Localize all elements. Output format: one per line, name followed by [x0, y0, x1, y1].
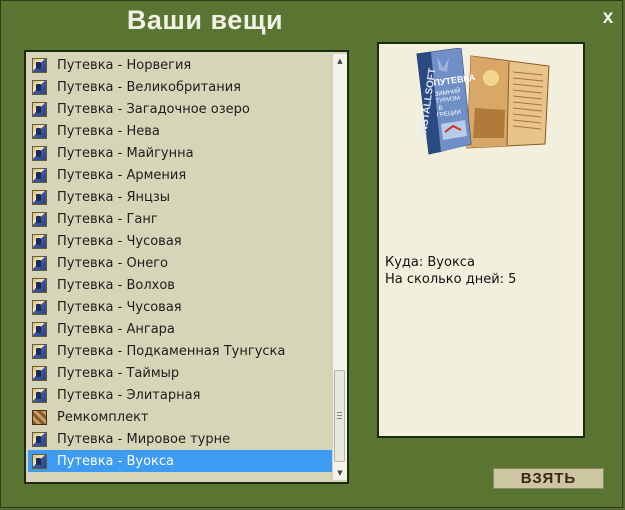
ticket-icon [32, 365, 47, 381]
list-item[interactable]: Путевка - Элитарная [28, 384, 332, 406]
list-item-label: Путевка - Волхов [57, 277, 175, 293]
inventory-window: Ваши вещи x Путевка - Норвегия Путевка - … [0, 0, 623, 508]
scroll-thumb[interactable] [334, 370, 345, 462]
ticket-icon [32, 189, 47, 205]
list-item[interactable]: Путевка - Великобритания [28, 76, 332, 98]
ticket-icon [32, 233, 47, 249]
list-item[interactable]: Путевка - Ангара [28, 318, 332, 340]
ticket-icon [32, 255, 47, 271]
list-item-label: Путевка - Элитарная [57, 387, 201, 403]
list-item-label: Путевка - Майгунна [57, 145, 194, 161]
list-item[interactable]: Путевка - Майгунна [28, 142, 332, 164]
ticket-icon [32, 101, 47, 117]
list-item-label: Путевка - Подкаменная Тунгуска [57, 343, 286, 359]
list-item[interactable]: Путевка - Норвегия [28, 54, 332, 76]
list-item-label: Путевка - Мировое турне [57, 431, 231, 447]
days-text: На сколько дней: 5 [385, 272, 517, 287]
list-item-label: Путевка - Вуокса [57, 453, 175, 469]
ticket-icon [32, 343, 47, 359]
scroll-up-icon[interactable]: ▲ [333, 54, 347, 68]
list-item-label: Путевка - Ганг [57, 211, 158, 227]
list-item-label: Путевка - Онего [57, 255, 168, 271]
items-list[interactable]: Путевка - Норвегия Путевка - Великобритан… [28, 54, 332, 480]
list-item[interactable]: Путевка - Волхов [28, 274, 332, 296]
ticket-icon [32, 211, 47, 227]
list-item-label: Путевка - Янцзы [57, 189, 171, 205]
list-item-label: Ремкомплект [57, 409, 149, 425]
list-item[interactable]: Путевка - Таймыр [28, 362, 332, 384]
list-item-label: Путевка - Чусовая [57, 299, 182, 315]
list-item[interactable]: Путевка - Подкаменная Тунгуска [28, 340, 332, 362]
close-icon[interactable]: x [598, 8, 618, 28]
ticket-icon [32, 453, 47, 469]
list-item-label: Путевка - Чусовая [57, 233, 182, 249]
list-item[interactable]: Путевка - Ганг [28, 208, 332, 230]
list-item[interactable]: Путевка - Армения [28, 164, 332, 186]
list-item[interactable]: Путевка - Загадочное озеро [28, 98, 332, 120]
list-scrollbar[interactable]: ▲ ▼ [332, 54, 347, 480]
list-item[interactable]: Путевка - Чусовая [28, 296, 332, 318]
list-item[interactable]: Путевка - Чусовая [28, 230, 332, 252]
ticket-icon [32, 277, 47, 293]
list-item-label: Путевка - Нева [57, 123, 160, 139]
list-item[interactable]: Путевка - Нева [28, 120, 332, 142]
items-list-frame: Путевка - Норвегия Путевка - Великобритан… [24, 50, 349, 484]
ticket-icon [32, 431, 47, 447]
item-info: Куда: Вуокса На сколько дней: 5 [385, 254, 516, 288]
list-item-label: Путевка - Загадочное озеро [57, 101, 250, 117]
ticket-icon [32, 57, 47, 73]
ticket-icon [32, 123, 47, 139]
brochure-image: INSTALLSOFT ПУТЕВКА ЗИМНИЙ ТУРИЗМ В ГРЕЦ… [416, 48, 550, 155]
list-item-label: Путевка - Норвегия [57, 57, 192, 73]
list-item-label: Путевка - Армения [57, 167, 187, 183]
scroll-down-icon[interactable]: ▼ [333, 466, 347, 480]
list-item[interactable]: Ремкомплект [28, 406, 332, 428]
brochure-sub-3: В [438, 105, 443, 112]
list-item[interactable]: Путевка - Вуокса [28, 450, 332, 472]
ticket-icon [32, 387, 47, 403]
list-item[interactable]: Путевка - Онего [28, 252, 332, 274]
ticket-icon [32, 145, 47, 161]
ticket-icon [32, 299, 47, 315]
destination-text: Куда: Вуокса [385, 255, 475, 270]
take-button[interactable]: ВЗЯТЬ [493, 468, 604, 489]
repair-kit-icon [32, 409, 47, 425]
list-item-label: Путевка - Великобритания [57, 79, 241, 95]
list-item[interactable]: Путевка - Янцзы [28, 186, 332, 208]
ticket-icon [32, 167, 47, 183]
ticket-icon [32, 79, 47, 95]
ticket-icon [32, 321, 47, 337]
list-item-label: Путевка - Таймыр [57, 365, 180, 381]
item-detail-panel: INSTALLSOFT ПУТЕВКА ЗИМНИЙ ТУРИЗМ В ГРЕЦ… [377, 42, 585, 438]
list-item-label: Путевка - Ангара [57, 321, 175, 337]
list-item[interactable]: Путевка - Мировое турне [28, 428, 332, 450]
window-title: Ваши вещи [126, 5, 284, 35]
